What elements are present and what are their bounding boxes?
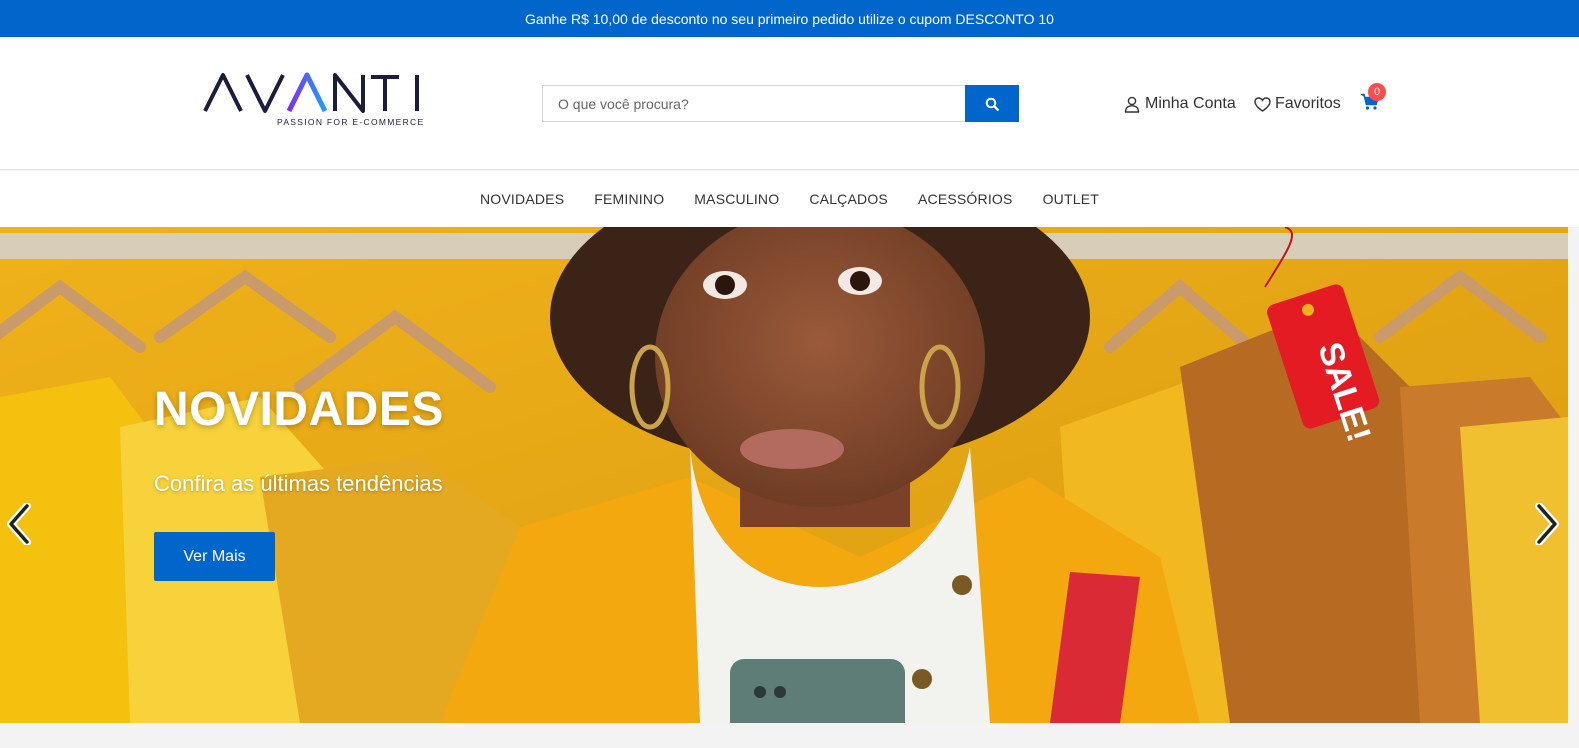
see-more-button[interactable]: Ver Mais (154, 532, 275, 581)
logo-tagline: PASSION FOR E-COMMERCE (277, 117, 425, 127)
nav-item-masculino[interactable]: MASCULINO (679, 191, 794, 207)
hero-banner: SALE! NOVIDADES Confira as últimas tendê… (0, 227, 1568, 723)
account-link[interactable]: Minha Conta (1124, 92, 1236, 116)
search-icon (985, 97, 999, 111)
logo[interactable]: PASSION FOR E-COMMERCE (203, 71, 423, 127)
site-header: PASSION FOR E-COMMERCE Minha Conta Favor… (0, 37, 1579, 170)
nav-item-outlet[interactable]: OUTLET (1028, 191, 1114, 207)
hero-subtitle: Confira as últimas tendências (154, 471, 443, 496)
hero-title: NOVIDADES (154, 383, 444, 436)
chevron-left-icon[interactable] (5, 503, 33, 545)
cart-count-badge: 0 (1368, 83, 1386, 101)
nav-item-novidades[interactable]: NOVIDADES (465, 191, 579, 207)
nav-item-feminino[interactable]: FEMININO (579, 191, 679, 207)
favorites-link[interactable]: Favoritos (1254, 92, 1341, 116)
account-label: Minha Conta (1145, 95, 1236, 112)
promo-bar: Ganhe R$ 10,00 de desconto no seu primei… (0, 0, 1579, 37)
logo-mark (203, 72, 419, 113)
chevron-right-icon[interactable] (1533, 503, 1561, 545)
promo-text: Ganhe R$ 10,00 de desconto no seu primei… (525, 10, 1054, 27)
page-background-strip (0, 723, 1579, 748)
search-button[interactable] (965, 85, 1019, 122)
search-input[interactable] (542, 85, 965, 122)
nav-item-calcados[interactable]: CALÇADOS (794, 191, 903, 207)
user-icon (1124, 96, 1140, 113)
search-bar (542, 85, 1019, 122)
favorites-label: Favoritos (1275, 95, 1341, 112)
heart-icon (1254, 96, 1271, 112)
nav-item-acessorios[interactable]: ACESSÓRIOS (903, 191, 1028, 207)
main-nav: NOVIDADES FEMININO MASCULINO CALÇADOS AC… (0, 171, 1579, 227)
